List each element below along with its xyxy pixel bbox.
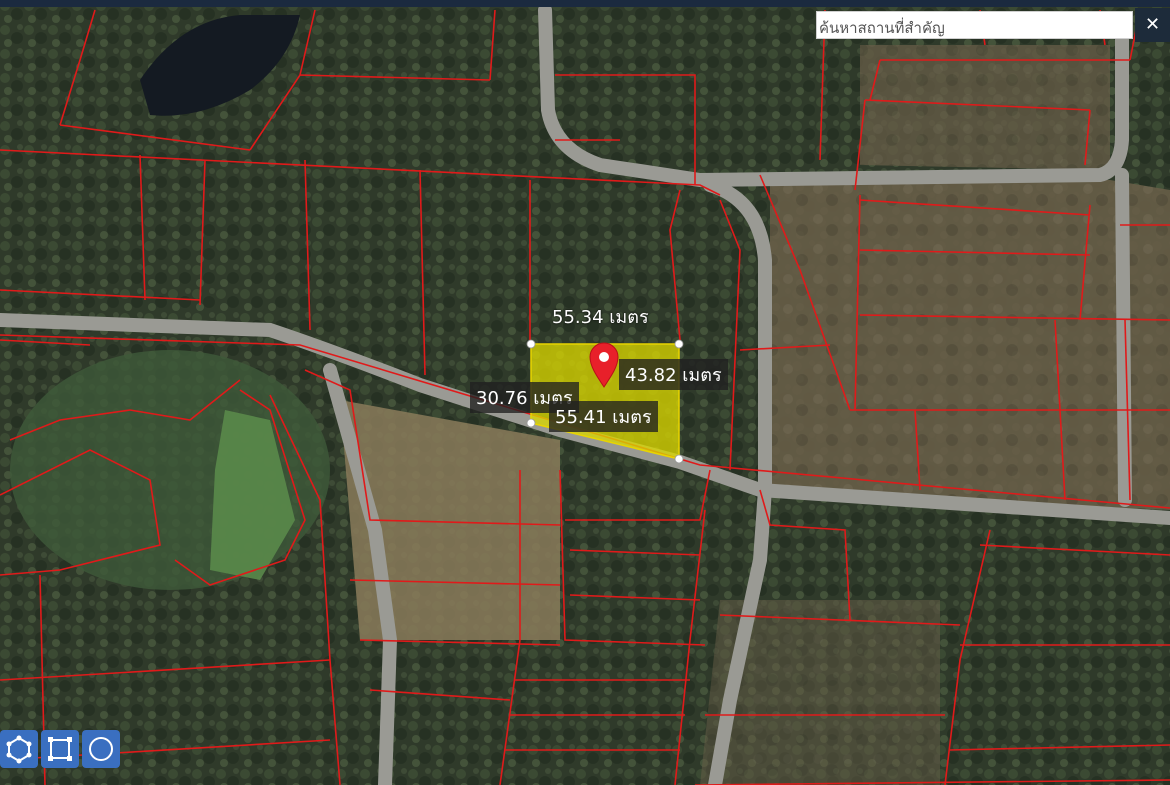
- measurement-bottom: 55.41 เมตร: [549, 401, 658, 432]
- vertex-handle[interactable]: [674, 339, 684, 349]
- vertex-handle[interactable]: [526, 339, 536, 349]
- vertex-handle[interactable]: [674, 454, 684, 464]
- rectangle-tool-button[interactable]: [41, 730, 79, 768]
- circle-icon: [89, 737, 113, 761]
- polygon-icon: [6, 735, 32, 764]
- rectangle-icon: [48, 737, 72, 761]
- circle-tool-button[interactable]: [82, 730, 120, 768]
- field-area-north: [860, 45, 1110, 170]
- satellite-map[interactable]: [0, 7, 1170, 785]
- top-bar: [0, 0, 1170, 7]
- measurement-right: 43.82 เมตร: [619, 359, 728, 390]
- search-input[interactable]: ค้นหาสถานที่สำคัญ: [816, 11, 1133, 39]
- vertex-handle[interactable]: [526, 418, 536, 428]
- polygon-tool-button[interactable]: [0, 730, 38, 768]
- measurement-top: 55.34 เมตร: [552, 307, 649, 328]
- close-button[interactable]: ✕: [1135, 8, 1170, 42]
